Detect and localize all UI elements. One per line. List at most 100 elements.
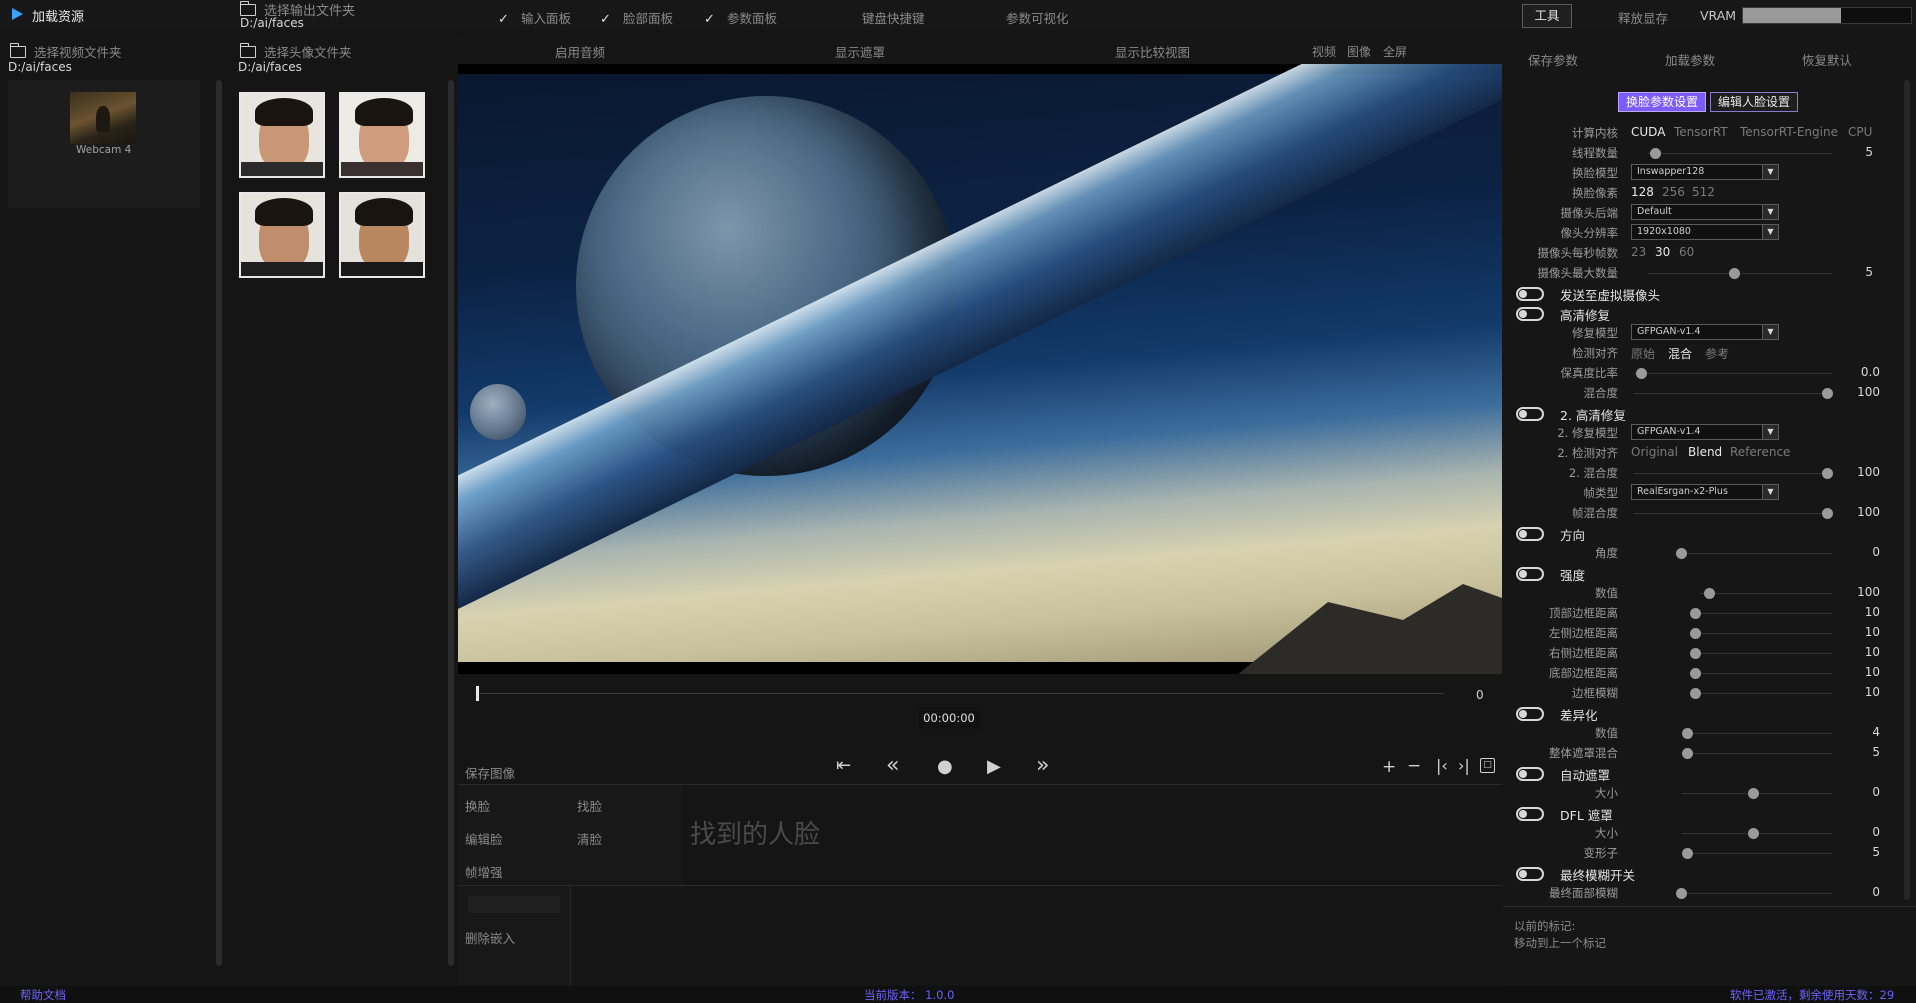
face-thumbnail-4[interactable] <box>339 192 425 278</box>
tab-edit-face[interactable]: 编辑人脸设置 <box>1710 92 1798 112</box>
border-blur-slider[interactable] <box>1690 688 1701 699</box>
timeline-handle[interactable] <box>476 686 479 701</box>
check-face-panel[interactable]: ✓ 脸部面板 <box>600 8 673 27</box>
hd-restore2-toggle[interactable] <box>1516 407 1544 421</box>
rewind-icon[interactable]: « <box>886 753 899 778</box>
angle-slider[interactable] <box>1676 548 1687 559</box>
bottom-border-slider[interactable] <box>1690 668 1701 679</box>
auto-mask-toggle[interactable] <box>1516 767 1544 781</box>
left-scrollbar[interactable] <box>216 80 222 966</box>
pixels-opt-128[interactable]: 128 <box>1631 185 1654 199</box>
next-marker-icon[interactable]: ›| <box>1458 756 1470 775</box>
compute-opt-tensorrt[interactable]: TensorRT <box>1674 125 1728 139</box>
view-video-button[interactable]: 视频 <box>1312 43 1336 60</box>
face-thumbnail-1[interactable] <box>239 92 325 178</box>
cam-fps-opt-23[interactable]: 23 <box>1631 245 1646 259</box>
cam-fps-opt-30[interactable]: 30 <box>1655 245 1670 259</box>
delete-embed-button[interactable]: 删除嵌入 <box>465 928 515 947</box>
play-icon[interactable]: ▶ <box>987 756 1001 777</box>
find-faces-button[interactable]: 找脸 <box>577 796 602 815</box>
restore-default-button[interactable]: 恢复默认 <box>1802 50 1852 69</box>
deform-slider[interactable] <box>1682 848 1693 859</box>
output-folder-button[interactable]: 选择输出文件夹 D:/ai/faces <box>239 0 370 30</box>
cam-backend-select[interactable]: Default ▼ <box>1631 204 1779 220</box>
orientation-toggle[interactable] <box>1516 527 1544 541</box>
frame-blend-slider[interactable] <box>1822 508 1833 519</box>
virtual-cam-toggle[interactable] <box>1516 287 1544 301</box>
strength-toggle[interactable] <box>1516 567 1544 581</box>
save-image-button[interactable]: 保存图像 <box>465 763 515 782</box>
face-thumbnail-3[interactable] <box>239 192 325 278</box>
compute-opt-cpu[interactable]: CPU <box>1848 125 1872 139</box>
pixels-opt-256[interactable]: 256 <box>1662 185 1685 199</box>
view-fullscreen-button[interactable]: 全屏 <box>1383 43 1407 60</box>
tools-button[interactable]: 工具 <box>1522 4 1572 28</box>
detect-align2-opt-reference[interactable]: Reference <box>1730 445 1790 459</box>
blend-slider[interactable] <box>1822 388 1833 399</box>
fast-forward-icon[interactable]: » <box>1036 753 1049 778</box>
clear-faces-button[interactable]: 清脸 <box>577 829 602 848</box>
amount-slider[interactable] <box>1704 588 1715 599</box>
video-viewer[interactable] <box>458 64 1502 674</box>
faces-folder-button[interactable]: 选择头像文件夹 D:/ai/faces <box>238 42 440 76</box>
load-params-button[interactable]: 加载参数 <box>1665 50 1715 69</box>
top-border-slider[interactable] <box>1690 608 1701 619</box>
faces-scrollbar[interactable] <box>448 80 454 966</box>
timeline-slider[interactable] <box>476 686 1444 701</box>
threads-slider[interactable] <box>1650 148 1661 159</box>
swap-face-button[interactable]: 换脸 <box>465 796 490 815</box>
detect-align-opt-original[interactable]: 原始 <box>1631 345 1655 362</box>
keyboard-shortcuts-button[interactable]: 键盘快捷键 <box>862 8 925 27</box>
right-border-slider[interactable] <box>1690 648 1701 659</box>
skip-start-icon[interactable]: ⇤ <box>836 755 851 776</box>
overall-mask-slider[interactable] <box>1682 748 1693 759</box>
detect-align2-opt-original[interactable]: Original <box>1631 445 1678 459</box>
video-folder-button[interactable]: 选择视频文件夹 D:/ai/faces <box>8 42 220 76</box>
edit-face-button[interactable]: 编辑脸 <box>465 829 503 848</box>
view-image-button[interactable]: 图像 <box>1347 43 1371 60</box>
check-input-panel[interactable]: ✓ 输入面板 <box>498 8 571 27</box>
frame-enhance-button[interactable]: 帧增强 <box>465 862 503 881</box>
model-select[interactable]: Inswapper128 ▼ <box>1631 164 1779 180</box>
compute-opt-cuda[interactable]: CUDA <box>1631 125 1665 139</box>
detect-align2-opt-blend[interactable]: Blend <box>1688 445 1722 459</box>
tab-swap-settings[interactable]: 换脸参数设置 <box>1618 92 1706 112</box>
dfl-mask-toggle[interactable] <box>1516 807 1544 821</box>
help-link[interactable]: 帮助文档 <box>20 987 66 1003</box>
hd-restore-toggle[interactable] <box>1516 307 1544 321</box>
final-blur-toggle[interactable] <box>1516 867 1544 881</box>
restore-model2-select[interactable]: GFPGAN-v1.4 ▼ <box>1631 424 1779 440</box>
save-params-button[interactable]: 保存参数 <box>1528 50 1578 69</box>
left-border-slider[interactable] <box>1690 628 1701 639</box>
compute-opt-tensorrt-engine[interactable]: TensorRT-Engine <box>1740 125 1838 139</box>
cam-fps-opt-60[interactable]: 60 <box>1679 245 1694 259</box>
cam-max-slider[interactable] <box>1729 268 1740 279</box>
face-thumbnail-2[interactable] <box>339 92 425 178</box>
embed-input[interactable] <box>468 896 560 913</box>
detect-align-opt-blend[interactable]: 混合 <box>1668 345 1692 362</box>
pixels-opt-512[interactable]: 512 <box>1692 185 1715 199</box>
diff-toggle[interactable] <box>1516 707 1544 721</box>
blend2-slider[interactable] <box>1822 468 1833 479</box>
final-face-blur-slider[interactable] <box>1676 888 1687 899</box>
frame-type-select[interactable]: RealEsrgan-x2-Plus ▼ <box>1631 484 1779 500</box>
check-param-panel[interactable]: ✓ 参数面板 <box>704 8 777 27</box>
fidelity-slider[interactable] <box>1636 368 1647 379</box>
auto-size-slider[interactable] <box>1748 788 1759 799</box>
show-compare-button[interactable]: 显示比较视图 <box>1115 42 1190 61</box>
restore-model-select[interactable]: GFPGAN-v1.4 ▼ <box>1631 324 1779 340</box>
record-icon[interactable]: ● <box>937 756 953 777</box>
prev-marker-icon[interactable]: |‹ <box>1436 756 1448 775</box>
show-mask-button[interactable]: 显示遮罩 <box>835 42 885 61</box>
param-visualize-button[interactable]: 参数可视化 <box>1006 8 1069 27</box>
enable-audio-button[interactable]: 启用音频 <box>555 42 605 61</box>
remove-marker-icon[interactable]: − <box>1407 756 1421 776</box>
detect-align-opt-reference[interactable]: 参考 <box>1705 345 1729 362</box>
diff-amount-slider[interactable] <box>1682 728 1693 739</box>
release-vram-button[interactable]: 释放显存 <box>1618 8 1668 27</box>
add-marker-icon[interactable]: + <box>1382 757 1396 777</box>
dfl-size-slider[interactable] <box>1748 828 1759 839</box>
right-scrollbar[interactable] <box>1904 80 1910 900</box>
cam-res-select[interactable]: 1920x1080 ▼ <box>1631 224 1779 240</box>
webcam-thumbnail[interactable] <box>70 92 136 144</box>
